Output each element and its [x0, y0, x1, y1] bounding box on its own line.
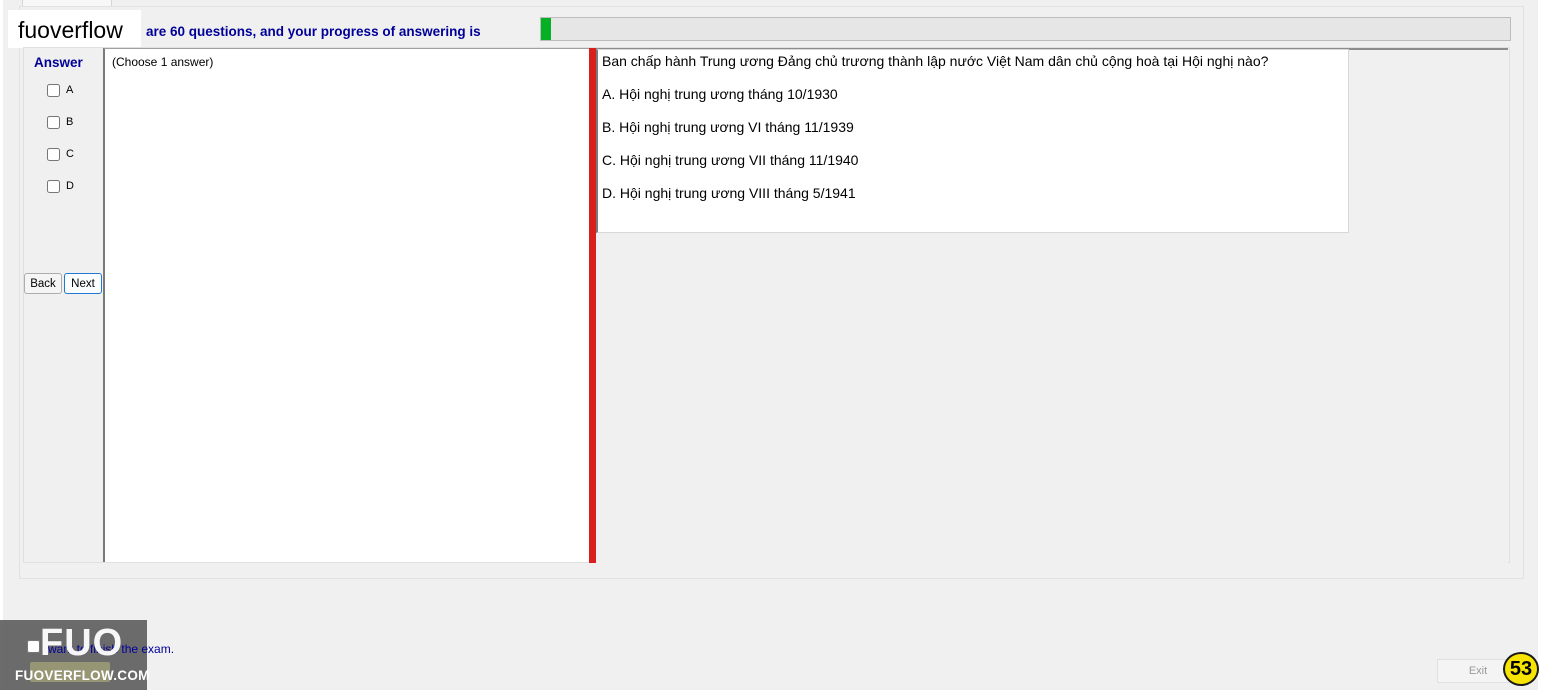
progress-bar-fill — [541, 18, 551, 40]
answer-option-b[interactable]: B — [47, 115, 73, 129]
question-text: Ban chấp hành Trung ương Đảng chủ trương… — [602, 53, 1269, 69]
answer-option-d[interactable]: D — [47, 179, 74, 193]
answer-label-a: A — [66, 84, 74, 96]
fuo-watermark-logo: FUO — [40, 622, 124, 664]
finish-checkbox[interactable] — [27, 640, 40, 653]
answer-input-box[interactable]: (Choose 1 answer) — [103, 48, 590, 562]
answer-checkbox-c[interactable] — [47, 147, 60, 161]
logo-watermark: fuoverflow — [8, 10, 141, 48]
splitter[interactable] — [589, 48, 596, 563]
fuo-watermark-url: FUOVERFLOW.COM — [15, 668, 150, 683]
back-button[interactable]: Back — [24, 273, 62, 294]
question-choice-a: A. Hội nghị trung ương tháng 10/1930 — [602, 86, 838, 102]
question-counter-badge: 53 — [1503, 652, 1539, 686]
answer-checkbox-d[interactable] — [47, 179, 60, 193]
progress-text: are 60 questions, and your progress of a… — [146, 24, 481, 39]
question-choice-c: C. Hội nghị trung ương VII tháng 11/1940 — [602, 152, 859, 168]
question-box: Ban chấp hành Trung ương Đảng chủ trương… — [596, 49, 1349, 233]
answer-label-c: C — [66, 148, 74, 160]
answer-checkbox-a[interactable] — [47, 83, 60, 97]
answer-option-a[interactable]: A — [47, 83, 73, 97]
answer-heading: Answer — [34, 55, 83, 70]
progress-bar — [540, 17, 1511, 41]
choose-hint: (Choose 1 answer) — [112, 55, 214, 69]
answer-label-b: B — [66, 116, 74, 128]
next-button[interactable]: Next — [64, 273, 102, 294]
question-choice-b: B. Hội nghị trung ương VI tháng 11/1939 — [602, 119, 854, 135]
answer-checkbox-b[interactable] — [47, 115, 60, 129]
answer-option-c[interactable]: C — [47, 147, 74, 161]
answer-label-d: D — [66, 180, 74, 192]
logo-text: fuoverflow — [18, 17, 123, 43]
question-choice-d: D. Hội nghị trung ương VIII tháng 5/1941 — [602, 185, 856, 201]
